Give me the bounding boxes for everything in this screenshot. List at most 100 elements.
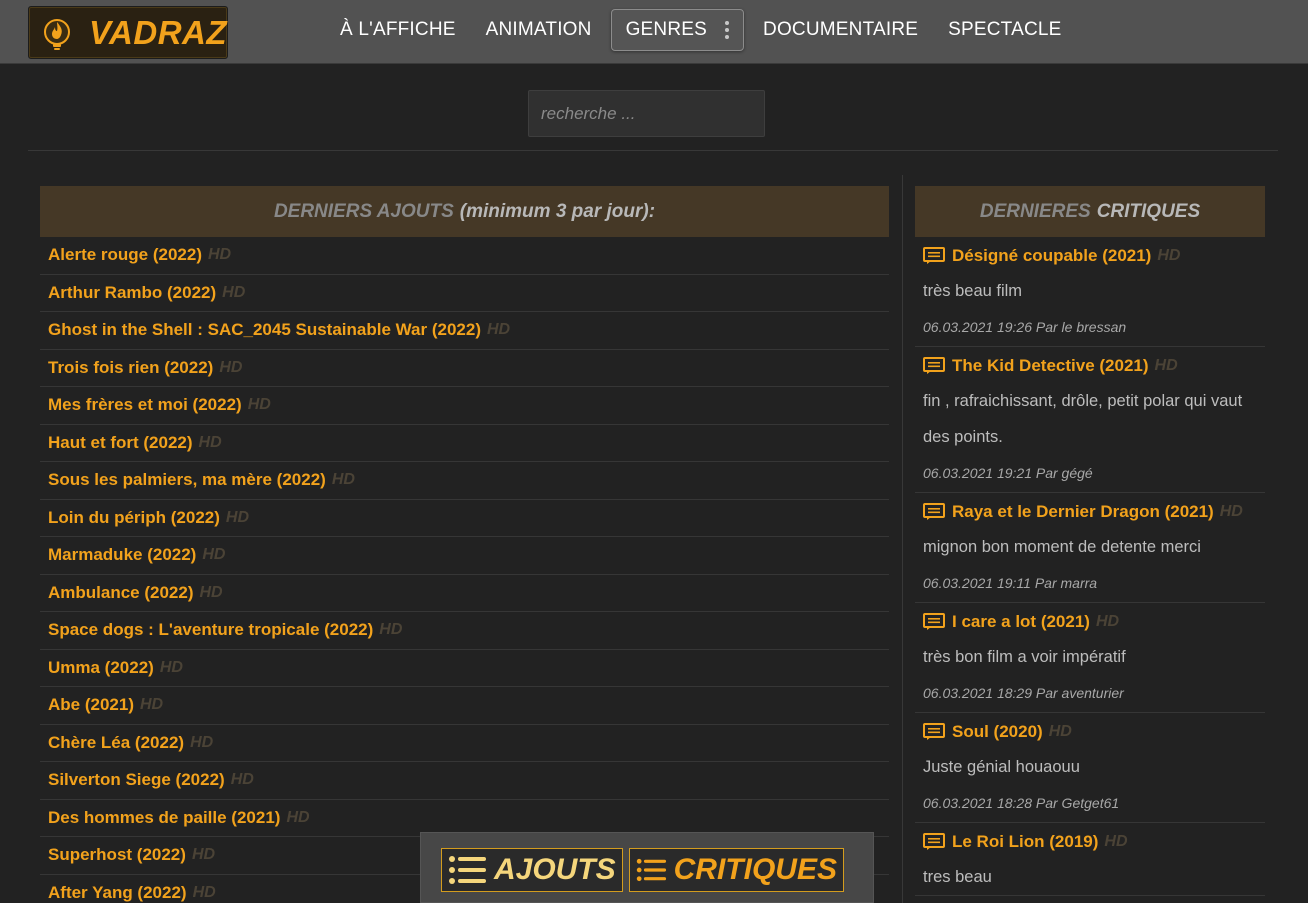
nav-genres-dropdown[interactable]: GENRES — [610, 9, 745, 51]
latest-additions-heading: DERNIERS AJOUTS (minimum 3 par jour): — [40, 186, 889, 237]
list-item[interactable]: Haut et fort (2022) HD — [40, 425, 889, 462]
movie-title-link[interactable]: Arthur Rambo (2022) — [48, 283, 216, 303]
review-item: Désigné coupable (2021) HD très beau film 0… — [915, 237, 1265, 347]
review-meta: 06.03.2021 19:11 Par marra — [923, 575, 1098, 591]
review-item: Raya et le Dernier Dragon (2021) HD mignon… — [915, 493, 1265, 603]
review-meta: 06.03.2021 19:21 Par gégé — [923, 465, 1093, 481]
latest-reviews-panel: DERNIERES CRITIQUES Désigné coupable (20… — [915, 186, 1265, 896]
nav-documentaire[interactable]: DOCUMENTAIRE — [748, 9, 933, 51]
review-title-row: I care a lot (2021) HD — [923, 603, 1257, 639]
heading-sub: CRITIQUES — [1096, 200, 1201, 222]
flame-bulb-icon — [44, 19, 70, 50]
quality-badge: HD — [202, 546, 226, 564]
list-item[interactable]: Silverton Siege (2022) HD — [40, 762, 889, 800]
search-input[interactable] — [528, 90, 765, 137]
list-item[interactable]: Umma (2022) HD — [40, 650, 889, 687]
review-movie-link[interactable]: Désigné coupable (2021) — [952, 246, 1151, 266]
review-text: très beau film — [923, 282, 1023, 300]
latest-additions-list: Alerte rouge (2022) HD Arthur Rambo (2022)… — [40, 237, 889, 903]
quality-badge: HD — [225, 508, 250, 526]
quality-badge: HD — [286, 808, 310, 826]
comment-icon — [923, 613, 945, 630]
bottom-shortcut-bar: AJOUTS CRITIQUES — [420, 832, 874, 903]
quality-badge: HD — [208, 246, 232, 264]
review-movie-link[interactable]: The Kid Detective (2021) — [952, 356, 1149, 376]
nav-animation[interactable]: ANIMATION — [471, 9, 607, 51]
list-item[interactable]: Marmaduke (2022) HD — [40, 537, 889, 575]
movie-title-link[interactable]: Alerte rouge (2022) — [48, 245, 202, 265]
nav-genres-label: GENRES — [625, 19, 708, 40]
movie-title-link[interactable]: Superhost (2022) — [48, 845, 186, 865]
list-item[interactable]: Trois fois rien (2022) HD — [40, 350, 889, 387]
list-item[interactable]: Mes frères et moi (2022) HD — [40, 387, 889, 425]
list-item[interactable]: Space dogs : L'aventure tropicale (2022)… — [40, 612, 889, 650]
nav-a-l-affiche[interactable]: À L'AFFICHE — [325, 9, 471, 51]
review-meta: 06.03.2021 19:26 Par le bressan — [923, 319, 1127, 335]
comment-icon — [923, 833, 945, 850]
divider — [28, 150, 1278, 151]
movie-title-link[interactable]: Haut et fort (2022) — [48, 433, 193, 453]
review-item: Le Roi Lion (2019) HD tres beau — [915, 823, 1265, 896]
list-item[interactable]: Ambulance (2022) HD — [40, 575, 889, 612]
quality-badge: HD — [487, 321, 511, 339]
review-title-row: Soul (2020) HD — [923, 713, 1257, 749]
movie-title-link[interactable]: After Yang (2022) — [48, 883, 187, 903]
movie-title-link[interactable]: Chère Léa (2022) — [48, 733, 184, 753]
quality-badge: HD — [219, 358, 243, 376]
quality-badge: HD — [1219, 503, 1243, 520]
heading-sub: (minimum 3 par jour): — [459, 200, 656, 222]
review-item: Soul (2020) HD Juste génial houaouu 06.03.2… — [915, 713, 1265, 823]
movie-title-link[interactable]: Des hommes de paille (2021) — [48, 808, 280, 828]
movie-title-link[interactable]: Silverton Siege (2022) — [48, 770, 225, 790]
list-item[interactable]: Arthur Rambo (2022) HD — [40, 275, 889, 312]
quality-badge: HD — [222, 283, 246, 301]
movie-title-link[interactable]: Umma (2022) — [48, 658, 154, 678]
comment-icon — [923, 723, 945, 740]
heading-main: DERNIERS AJOUTS — [273, 200, 454, 222]
movie-title-link[interactable]: Marmaduke (2022) — [48, 545, 196, 565]
movie-title-link[interactable]: Loin du périph (2022) — [48, 508, 220, 528]
comment-icon — [923, 503, 945, 520]
list-item[interactable]: Abe (2021) HD — [40, 687, 889, 725]
review-text: très bon film a voir impératif — [923, 648, 1126, 666]
list-item[interactable]: Alerte rouge (2022) HD — [40, 237, 889, 275]
movie-title-link[interactable]: Space dogs : L'aventure tropicale (2022) — [48, 620, 373, 640]
nav-spectacle[interactable]: SPECTACLE — [933, 9, 1076, 51]
review-item: The Kid Detective (2021) HD fin , rafraich… — [915, 347, 1265, 493]
quality-badge: HD — [139, 696, 164, 714]
review-text: tres beau — [923, 868, 992, 886]
ajouts-label: AJOUTS — [494, 853, 616, 886]
critiques-button[interactable]: CRITIQUES — [629, 848, 844, 892]
review-item: I care a lot (2021) HD très bon film a voi… — [915, 603, 1265, 713]
brand-name: VADRAZ — [89, 14, 228, 51]
review-movie-link[interactable]: Raya et le Dernier Dragon (2021) — [952, 502, 1214, 522]
review-movie-link[interactable]: I care a lot (2021) — [952, 612, 1090, 632]
review-text: fin , rafraichissant, drôle, petit polar… — [923, 392, 1243, 446]
heading-main: DERNIERES — [979, 200, 1091, 222]
review-text: mignon bon moment de detente merci — [923, 538, 1201, 556]
list-item[interactable]: Sous les palmiers, ma mère (2022) HD — [40, 462, 889, 500]
latest-reviews-heading: DERNIERES CRITIQUES — [915, 186, 1265, 237]
list-item[interactable]: Chère Léa (2022) HD — [40, 725, 889, 762]
movie-title-link[interactable]: Trois fois rien (2022) — [48, 358, 213, 378]
movie-title-link[interactable]: Sous les palmiers, ma mère (2022) — [48, 470, 326, 490]
quality-badge: HD — [191, 846, 216, 864]
reviews-list: Désigné coupable (2021) HD très beau film 0… — [915, 237, 1265, 896]
critiques-label: CRITIQUES — [673, 853, 837, 886]
quality-badge: HD — [199, 583, 223, 601]
list-item[interactable]: Ghost in the Shell : SAC_2045 Sustainabl… — [40, 312, 889, 350]
movie-title-link[interactable]: Abe (2021) — [48, 695, 134, 715]
review-movie-link[interactable]: Le Roi Lion (2019) — [952, 832, 1098, 852]
quality-badge: HD — [159, 658, 183, 676]
list-item[interactable]: Loin du périph (2022) HD — [40, 500, 889, 537]
top-navbar: VADRAZ À L'AFFICHE ANIMATION GENRES DOCU… — [0, 0, 1308, 64]
column-divider — [902, 175, 903, 903]
review-title-row: Le Roi Lion (2019) HD — [923, 823, 1257, 859]
review-movie-link[interactable]: Soul (2020) — [952, 722, 1043, 742]
movie-title-link[interactable]: Ghost in the Shell : SAC_2045 Sustainabl… — [48, 320, 481, 340]
movie-title-link[interactable]: Ambulance (2022) — [48, 583, 194, 603]
comment-icon — [923, 247, 945, 264]
ajouts-button[interactable]: AJOUTS — [441, 848, 623, 892]
movie-title-link[interactable]: Mes frères et moi (2022) — [48, 395, 242, 415]
site-logo[interactable]: VADRAZ — [28, 6, 228, 59]
